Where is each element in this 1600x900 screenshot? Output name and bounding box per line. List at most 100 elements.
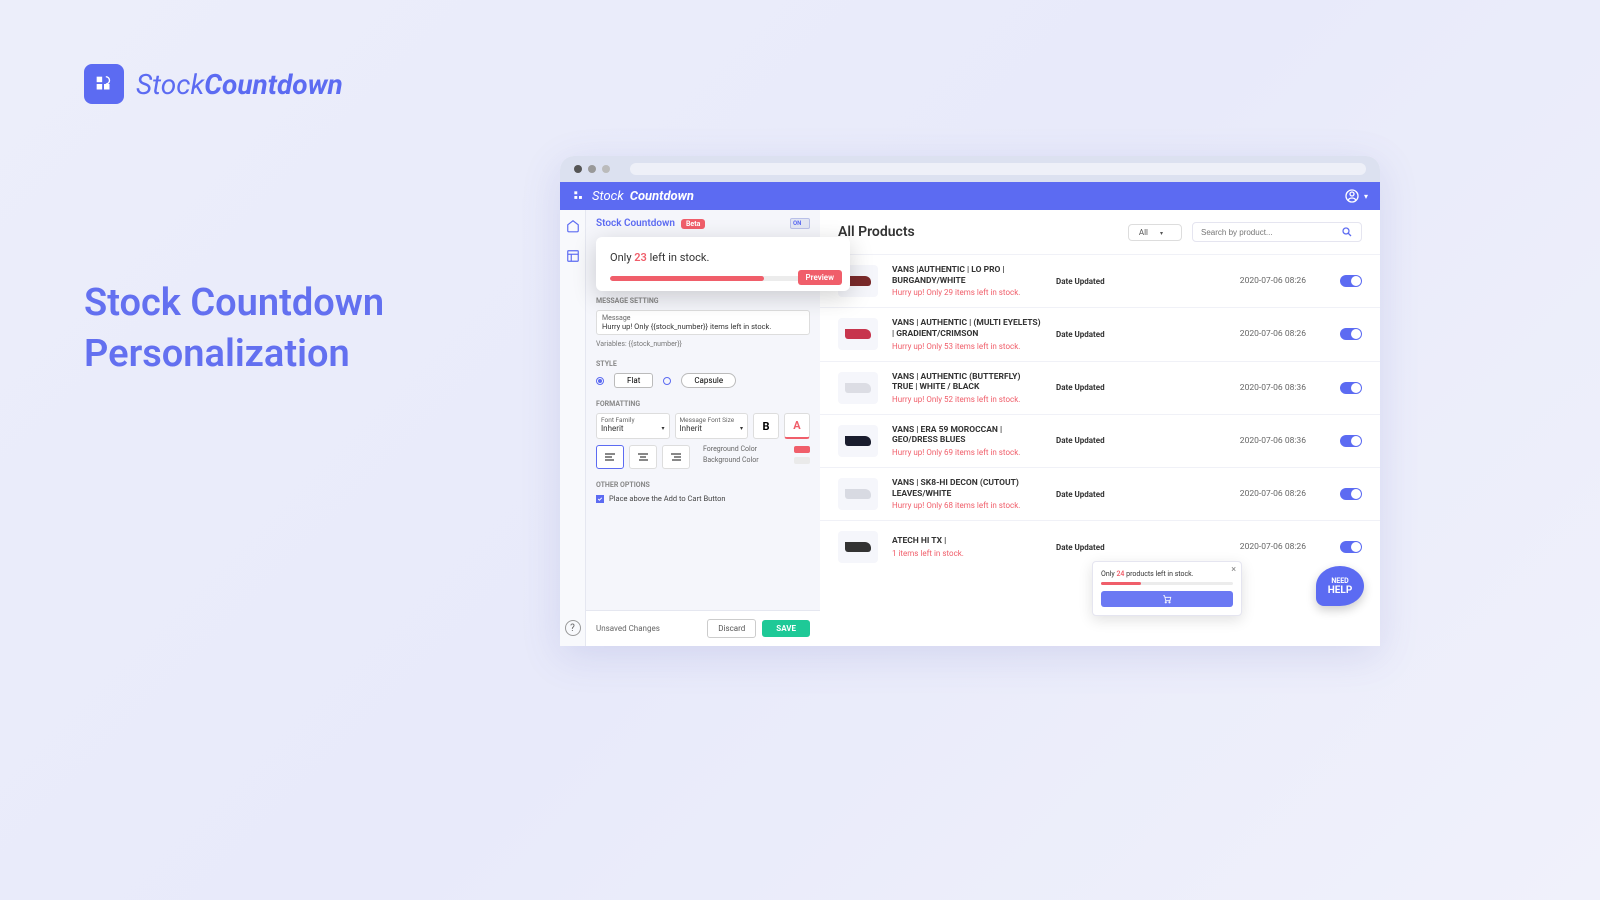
filter-select[interactable]: All ▾	[1128, 224, 1182, 241]
product-date: 2020-07-06 08:26	[1240, 329, 1306, 339]
product-info: ATECH HI TX | 1 items left in stock.	[892, 536, 1042, 558]
product-toggle[interactable]	[1340, 435, 1362, 447]
browser-chrome	[560, 156, 1380, 182]
preview-post: left in stock.	[647, 251, 710, 264]
beta-badge: Beta	[681, 219, 705, 229]
product-date: 2020-07-06 08:26	[1240, 489, 1306, 499]
product-date: 2020-07-06 08:26	[1240, 276, 1306, 286]
product-toggle[interactable]	[1340, 488, 1362, 500]
text-color-button[interactable]: A	[784, 413, 810, 439]
shoe-icon	[845, 489, 871, 499]
config-footer: Unsaved Changes Discard SAVE	[586, 610, 820, 646]
style-options: Flat Capsule	[596, 373, 810, 388]
tooltip-close-icon[interactable]: ×	[1231, 565, 1236, 575]
product-name: VANS | AUTHENTIC (BUTTERFLY) TRUE | WHIT…	[892, 372, 1042, 393]
message-setting-section: MESSAGE SETTING Message Hurry up! Only {…	[586, 291, 820, 354]
product-date: 2020-07-06 08:26	[1240, 542, 1306, 552]
product-date: 2020-07-06 08:36	[1240, 383, 1306, 393]
user-icon	[1344, 188, 1360, 204]
style-title: STYLE	[596, 360, 810, 368]
product-toggle[interactable]	[1340, 541, 1362, 553]
tooltip-cart-button[interactable]	[1101, 591, 1233, 607]
bg-color-row[interactable]: Background Color	[703, 456, 810, 464]
style-capsule-label[interactable]: Capsule	[681, 373, 736, 388]
product-row[interactable]: VANS | ERA 59 MOROCCAN | GEO/DRESS BLUES…	[820, 414, 1380, 467]
style-flat-radio[interactable]	[596, 377, 604, 385]
unsaved-text: Unsaved Changes	[596, 624, 660, 633]
date-updated-label: Date Updated	[1056, 490, 1105, 499]
message-setting-title: MESSAGE SETTING	[596, 297, 810, 305]
tooltip-text: Only 24 products left in stock.	[1101, 570, 1233, 578]
bold-button[interactable]: B	[753, 413, 779, 439]
product-info: VANS | AUTHENTIC | (MULTI EYELETS) | GRA…	[892, 318, 1042, 350]
date-updated-label: Date Updated	[1056, 277, 1105, 286]
product-row[interactable]: VANS |AUTHENTIC | LO PRO | BURGANDY/WHIT…	[820, 254, 1380, 307]
window-max-dot[interactable]	[602, 165, 610, 173]
tooltip-bar	[1101, 582, 1233, 585]
font-size-label: Message Font Size	[680, 416, 744, 424]
page-title-line2: Personalization	[84, 329, 384, 380]
product-name: ATECH HI TX |	[892, 536, 1042, 547]
align-right-button[interactable]	[662, 445, 690, 469]
window-min-dot[interactable]	[588, 165, 596, 173]
message-input[interactable]: Message Hurry up! Only {{stock_number}} …	[596, 310, 810, 335]
align-left-button[interactable]	[596, 445, 624, 469]
font-size-select[interactable]: Message Font Size Inherit▾	[675, 413, 749, 439]
align-center-button[interactable]	[629, 445, 657, 469]
sidebar-item-layout[interactable]	[566, 248, 580, 262]
bg-color-swatch	[794, 457, 810, 464]
shoe-icon	[845, 542, 871, 552]
sidebar-item-home[interactable]	[566, 218, 580, 232]
fg-color-row[interactable]: Foreground Color	[703, 445, 810, 453]
enable-toggle[interactable]: ON	[790, 218, 810, 229]
help-line2: HELP	[1328, 585, 1353, 596]
config-title: Stock Countdown	[596, 218, 675, 229]
product-thumb	[838, 531, 878, 563]
product-info: VANS | SK8-HI DECON (CUTOUT) LEAVES/WHIT…	[892, 478, 1042, 510]
product-msg: Hurry up! Only 29 items left in stock.	[892, 288, 1042, 297]
browser-window: StockCountdown ▾ ? Stock Countdown Beta …	[560, 156, 1380, 646]
app-name-light: Stock	[592, 189, 624, 204]
product-name: VANS |AUTHENTIC | LO PRO | BURGANDY/WHIT…	[892, 265, 1042, 286]
tooltip-bar-fill	[1101, 582, 1141, 585]
placement-checkbox-row[interactable]: Place above the Add to Cart Button	[596, 494, 810, 503]
product-toggle[interactable]	[1340, 328, 1362, 340]
sidebar-help-icon[interactable]: ?	[565, 620, 581, 636]
save-button[interactable]: SAVE	[762, 620, 810, 637]
style-flat-label[interactable]: Flat	[614, 373, 653, 388]
help-badge[interactable]: NEED HELP	[1316, 566, 1364, 606]
page-title: Stock Countdown Personalization	[84, 278, 384, 381]
font-family-select[interactable]: Font Family Inherit▾	[596, 413, 670, 439]
app-header-logo: StockCountdown	[572, 189, 694, 204]
product-thumb	[838, 478, 878, 510]
url-bar[interactable]	[630, 163, 1366, 175]
window-close-dot[interactable]	[574, 165, 582, 173]
brand-logo-icon	[84, 64, 124, 104]
filter-value: All	[1139, 228, 1148, 237]
search-input[interactable]	[1201, 228, 1341, 237]
product-row[interactable]: VANS | AUTHENTIC (BUTTERFLY) TRUE | WHIT…	[820, 361, 1380, 414]
product-toggle[interactable]	[1340, 275, 1362, 287]
style-section: STYLE Flat Capsule	[586, 354, 820, 394]
date-updated-label: Date Updated	[1056, 330, 1105, 339]
style-capsule-radio[interactable]	[663, 377, 671, 385]
placement-checkbox[interactable]	[596, 495, 604, 503]
product-row[interactable]: VANS | AUTHENTIC | (MULTI EYELETS) | GRA…	[820, 307, 1380, 360]
product-name: VANS | SK8-HI DECON (CUTOUT) LEAVES/WHIT…	[892, 478, 1042, 499]
config-panel: Stock Countdown Beta ON Only 23 left in …	[586, 210, 820, 646]
variables-hint: Variables: {{stock_number}}	[596, 340, 810, 348]
preview-button[interactable]: Preview	[798, 270, 843, 285]
tooltip-post: products left in stock.	[1124, 570, 1193, 578]
search-box[interactable]	[1192, 222, 1362, 242]
other-title: OTHER OPTIONS	[596, 481, 810, 489]
user-menu[interactable]: ▾	[1344, 188, 1368, 204]
preview-bar-fill	[610, 276, 764, 281]
product-row[interactable]: VANS | SK8-HI DECON (CUTOUT) LEAVES/WHIT…	[820, 467, 1380, 520]
formatting-section: FORMATTING Font Family Inherit▾ Message …	[586, 394, 820, 475]
product-info: VANS | ERA 59 MOROCCAN | GEO/DRESS BLUES…	[892, 425, 1042, 457]
discard-button[interactable]: Discard	[707, 619, 756, 638]
product-toggle[interactable]	[1340, 382, 1362, 394]
product-thumb	[838, 318, 878, 350]
product-msg: Hurry up! Only 53 items left in stock.	[892, 342, 1042, 351]
preview-number: 23	[634, 251, 647, 264]
